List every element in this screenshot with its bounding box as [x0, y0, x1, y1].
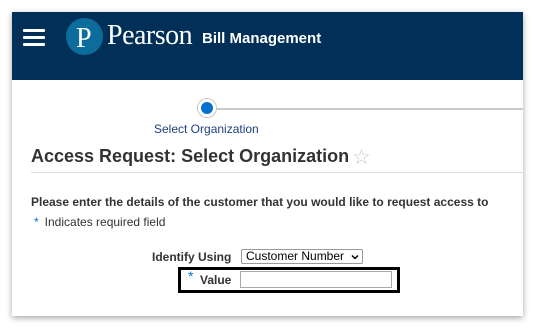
- value-label: Value: [200, 273, 232, 287]
- train-progress-line: [212, 108, 523, 110]
- identify-using-label: Identify Using: [152, 250, 232, 264]
- brand-name: Pearson: [107, 20, 193, 51]
- star-outline-icon[interactable]: ☆: [352, 145, 371, 170]
- required-field-note: * Indicates required field: [34, 215, 165, 229]
- pearson-logo[interactable]: P: [66, 18, 103, 55]
- instruction-text: Please enter the details of the customer…: [31, 195, 489, 209]
- chevron-down-icon: [351, 254, 359, 260]
- browser-page: P Pearson Bill Management Select Organiz…: [12, 12, 523, 316]
- train-stop-current[interactable]: [197, 98, 217, 118]
- hamburger-menu-icon[interactable]: [23, 29, 45, 46]
- logo-letter: P: [76, 23, 92, 54]
- title-divider: [31, 172, 523, 173]
- required-asterisk-icon: *: [34, 215, 39, 229]
- app-name: Bill Management: [202, 30, 322, 47]
- identify-using-select[interactable]: Customer Number: [241, 249, 363, 264]
- identify-using-value: Customer Number: [246, 249, 345, 263]
- required-note-text: Indicates required field: [44, 215, 166, 229]
- train-step-label[interactable]: Select Organization: [154, 122, 259, 136]
- value-input[interactable]: [240, 271, 392, 288]
- top-navigation-bar: P Pearson Bill Management: [12, 12, 523, 80]
- value-required-asterisk-icon: *: [188, 268, 194, 284]
- page-title: Access Request: Select Organization: [31, 146, 350, 166]
